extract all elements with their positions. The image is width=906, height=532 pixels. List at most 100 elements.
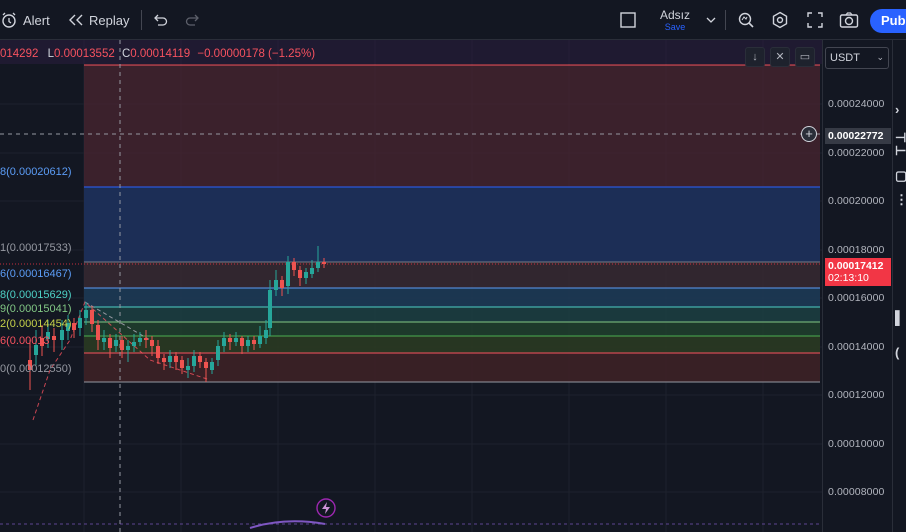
candle-body — [268, 290, 272, 328]
crosshair-price-tag: 0.00022772 — [825, 128, 891, 144]
candle-body — [138, 338, 142, 342]
layout-menu-button[interactable] — [706, 0, 716, 40]
layout-status: Save — [664, 22, 686, 32]
candle-body — [174, 356, 178, 362]
price-label: 0.00020000 — [828, 195, 885, 207]
fib-level-label: 9(0.00015041) — [0, 303, 72, 315]
move-pane-down-button[interactable]: ↓ — [745, 47, 765, 67]
candle-body — [264, 330, 268, 338]
currency-value: USDT — [830, 52, 860, 64]
layout-button[interactable] — [619, 0, 637, 40]
candle-body — [84, 310, 88, 318]
replay-icon — [68, 13, 84, 27]
fib-level-label: 8(0.00015629) — [0, 289, 72, 301]
candle-body — [126, 346, 130, 350]
candle-body — [258, 336, 262, 344]
lightning-icon[interactable] — [316, 498, 336, 518]
last-price: 0.00017412 — [828, 260, 884, 272]
candle-body — [78, 318, 82, 328]
candle-body — [52, 336, 56, 340]
candle-body — [292, 262, 296, 270]
alert-button[interactable]: Alert — [0, 0, 50, 40]
low-value: 0.00013552 — [53, 48, 115, 60]
candle-body — [246, 340, 250, 346]
candle-body — [322, 262, 326, 264]
candle-body — [96, 325, 100, 340]
fib-level-label: 0(0.00012550) — [0, 363, 72, 375]
fib-level-label: 8(0.00020612) — [0, 166, 72, 178]
reset-icon: ▭ — [799, 51, 811, 63]
sidebar-icon[interactable]: ⋮ — [895, 192, 906, 208]
candle-body — [162, 358, 166, 362]
settings-hex-icon — [771, 11, 789, 29]
candle-body — [72, 323, 76, 330]
candle-body — [234, 338, 238, 342]
sidebar-icon[interactable]: ▌ — [895, 310, 904, 325]
redo-icon — [185, 13, 201, 27]
last-price-tag: 0.00017412 02:13:10 — [825, 258, 891, 286]
ohlc-partial-value: 014292 — [0, 48, 39, 60]
price-label: 0.00008000 — [828, 486, 885, 498]
candle-body — [102, 338, 106, 342]
chart-canvas[interactable] — [0, 40, 822, 532]
sidebar-icon[interactable]: ( — [895, 345, 899, 360]
sidebar-icon[interactable]: ▢ — [895, 168, 906, 184]
candle-body — [198, 356, 202, 362]
indicator-curve — [249, 520, 326, 529]
candle-body — [304, 272, 308, 278]
price-axis[interactable]: USDT ⌄ 0.00024000 0.00022772 0.00022000 … — [822, 40, 892, 532]
reset-pane-button[interactable]: ▭ — [795, 47, 815, 67]
candle-body — [286, 262, 290, 286]
price-label: 0.00012000 — [828, 389, 885, 401]
undo-button[interactable] — [152, 0, 168, 40]
quick-search-button[interactable] — [737, 0, 755, 40]
chart-pane[interactable]: 8(0.00020612) 1(0.00017533) 6(0.00016467) 8… — [0, 40, 822, 532]
price-label: 0.00018000 — [828, 244, 885, 256]
snapshot-button[interactable] — [839, 0, 859, 40]
candle-body — [90, 310, 94, 324]
currency-select[interactable]: USDT ⌄ — [825, 47, 889, 69]
candle-body — [108, 338, 112, 348]
price-label: 0.00016000 — [828, 292, 885, 304]
fib-level-label: 6(0.00016467) — [0, 268, 72, 280]
redo-button[interactable] — [185, 0, 201, 40]
fullscreen-button[interactable] — [806, 0, 824, 40]
candle-body — [144, 338, 148, 340]
toolbar-divider — [725, 10, 726, 30]
settings-button[interactable] — [771, 0, 789, 40]
quick-search-icon — [737, 11, 755, 29]
chevron-down-icon: ⌄ — [876, 52, 884, 62]
arrow-down-icon: ↓ — [752, 51, 758, 63]
replay-label: Replay — [89, 12, 130, 28]
candle-body — [168, 356, 172, 362]
undo-icon — [152, 13, 168, 27]
add-circle-icon[interactable]: + — [801, 126, 817, 142]
alarm-clock-icon — [0, 11, 18, 29]
toolbar-divider — [141, 10, 142, 30]
fib-retracement[interactable] — [84, 64, 820, 383]
candle-body — [150, 340, 154, 346]
candle-body — [310, 268, 314, 274]
sidebar-icon[interactable]: ⊢ — [895, 143, 906, 159]
candle-body — [228, 338, 232, 342]
candle-body — [156, 346, 160, 358]
sidebar-icon[interactable]: › — [895, 102, 899, 117]
layout-name: Adsız — [659, 8, 690, 22]
candle-body — [210, 362, 214, 370]
top-toolbar: Alert Replay Adsız Save Publ — [0, 0, 906, 40]
camera-icon — [839, 11, 859, 29]
candle-body — [180, 360, 184, 368]
candle-body — [204, 362, 208, 368]
collapse-pane-button[interactable]: ✕ — [770, 47, 790, 67]
price-label: 0.00024000 — [828, 98, 885, 110]
replay-button[interactable]: Replay — [68, 0, 129, 40]
chevron-down-icon — [706, 16, 716, 24]
price-label: 0.00010000 — [828, 438, 885, 450]
alert-label: Alert — [23, 12, 50, 28]
candle-body — [120, 340, 124, 350]
candle-body — [316, 262, 320, 268]
candle-body — [60, 330, 64, 340]
publish-button[interactable]: Publ — [870, 9, 906, 33]
layout-name-button[interactable]: Adsız Save — [654, 9, 696, 33]
collapse-icon: ✕ — [775, 51, 785, 63]
